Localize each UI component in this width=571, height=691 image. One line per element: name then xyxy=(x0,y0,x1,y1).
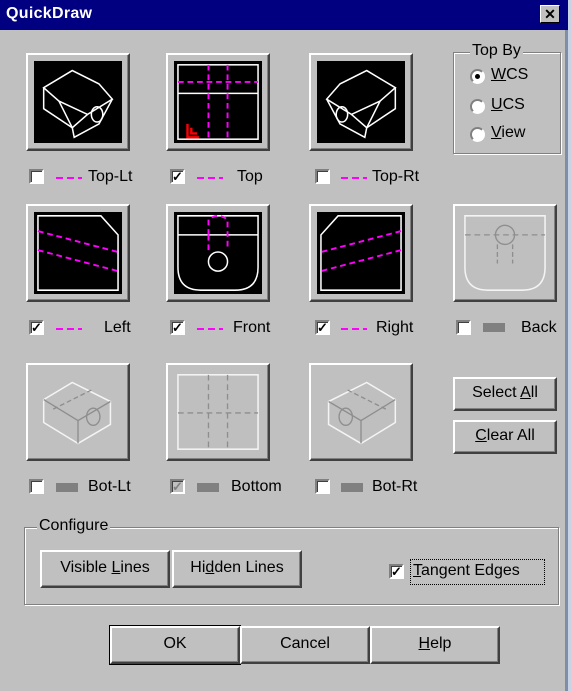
disabled-line-swatch xyxy=(341,483,363,492)
bot-rt-view-icon xyxy=(327,381,397,445)
view-button-front[interactable] xyxy=(166,204,270,302)
title-bar[interactable]: QuickDraw ✕ xyxy=(0,0,568,30)
view-button-back[interactable] xyxy=(453,204,557,302)
hidden-lines-button[interactable]: Hidden Lines xyxy=(172,550,302,588)
bot-rt-label: Bot-Rt xyxy=(372,478,418,495)
right-checkbox[interactable]: ✓ xyxy=(315,320,330,335)
help-button[interactable]: Help xyxy=(370,626,500,664)
right-view-icon xyxy=(320,215,402,291)
ok-button[interactable]: OK xyxy=(109,625,241,665)
disabled-line-swatch xyxy=(197,483,219,492)
disabled-line-swatch xyxy=(56,483,78,492)
hidden-line-swatch xyxy=(197,177,223,179)
top-rt-label: Top-Rt xyxy=(372,168,420,185)
bot-lt-checkbox[interactable] xyxy=(29,479,44,494)
back-label: Back xyxy=(521,319,557,336)
view-button-bottom[interactable] xyxy=(166,363,270,461)
hidden-line-swatch xyxy=(341,177,367,179)
view-button-top-rt[interactable] xyxy=(309,53,413,151)
bottom-checkbox[interactable]: ✓ xyxy=(170,479,185,494)
view-button-left[interactable] xyxy=(26,204,130,302)
view-button-bot-rt[interactable] xyxy=(309,363,413,461)
hidden-line-swatch xyxy=(56,328,82,330)
view-radio[interactable] xyxy=(470,127,485,142)
front-view-icon xyxy=(177,214,259,291)
ucs-label: UCS xyxy=(491,96,525,113)
select-all-button[interactable]: Select All xyxy=(453,377,557,411)
tangent-edges-label[interactable]: Tangent Edges xyxy=(413,562,520,580)
configure-label: Configure xyxy=(37,517,111,535)
wcs-radio[interactable] xyxy=(470,69,485,84)
top-by-label: Top By xyxy=(470,42,523,60)
top-checkbox[interactable]: ✓ xyxy=(170,169,185,184)
left-view-icon xyxy=(37,215,119,291)
bottom-label: Bottom xyxy=(231,478,282,495)
left-label: Left xyxy=(104,319,131,336)
hidden-line-swatch xyxy=(197,328,223,330)
front-label: Front xyxy=(233,319,271,336)
bottom-view-icon xyxy=(177,374,259,450)
top-rt-view-icon xyxy=(325,69,397,139)
left-checkbox[interactable]: ✓ xyxy=(29,320,44,335)
view-button-bot-lt[interactable] xyxy=(26,363,130,461)
visible-lines-button[interactable]: Visible Lines xyxy=(40,550,170,588)
view-label: View xyxy=(491,124,526,141)
back-view-icon xyxy=(464,215,546,291)
wcs-label: WCS xyxy=(491,66,529,83)
front-checkbox[interactable]: ✓ xyxy=(170,320,185,335)
clear-all-button[interactable]: Clear All xyxy=(453,420,557,454)
top-lt-view-icon xyxy=(42,69,114,139)
top-lt-label: Top-Lt xyxy=(88,168,133,185)
top-lt-checkbox[interactable] xyxy=(29,169,44,184)
tangent-edges-checkbox[interactable]: ✓ xyxy=(389,564,404,579)
window-title: QuickDraw xyxy=(6,5,93,22)
cancel-button[interactable]: Cancel xyxy=(240,626,370,664)
top-rt-checkbox[interactable] xyxy=(315,169,330,184)
close-button[interactable]: ✕ xyxy=(540,5,560,23)
back-checkbox[interactable] xyxy=(456,320,471,335)
bot-rt-checkbox[interactable] xyxy=(315,479,330,494)
disabled-line-swatch xyxy=(483,323,505,332)
quickdraw-dialog: QuickDraw ✕ Top-Lt ✓ Top Top-Rt Top By W… xyxy=(0,0,568,691)
ucs-radio[interactable] xyxy=(470,99,485,114)
view-button-top-lt[interactable] xyxy=(26,53,130,151)
bot-lt-view-icon xyxy=(42,381,112,445)
top-view-icon xyxy=(177,64,259,140)
view-button-top[interactable] xyxy=(166,53,270,151)
right-label: Right xyxy=(376,319,414,336)
hidden-line-swatch xyxy=(56,177,82,179)
hidden-line-swatch xyxy=(341,328,367,330)
top-label: Top xyxy=(237,168,263,185)
bot-lt-label: Bot-Lt xyxy=(88,478,131,495)
view-button-right[interactable] xyxy=(309,204,413,302)
